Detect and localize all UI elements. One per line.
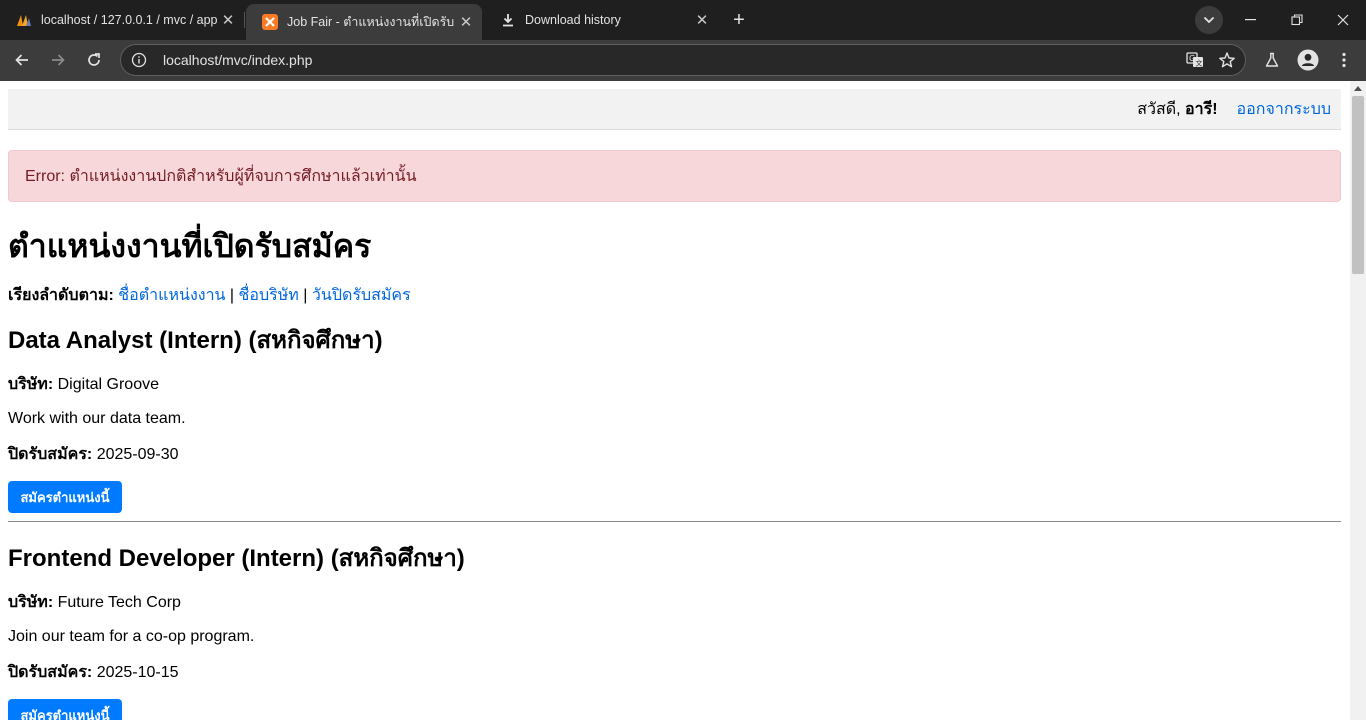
deadline-date: 2025-10-15 (96, 664, 179, 681)
tab-phpmyadmin[interactable]: localhost / 127.0.0.1 / mvc / app ✕ (0, 0, 244, 40)
apply-button[interactable]: สมัครตำแหน่งนี้ (8, 481, 122, 513)
sort-by-job-title-link[interactable]: ชื่อตำแหน่งงาน (118, 287, 225, 304)
tab-job-fair[interactable]: Job Fair - ตำแหน่งงานที่เปิดรับ ✕ (246, 4, 482, 40)
tab-title: Job Fair - ตำแหน่งงานที่เปิดรับ (287, 15, 455, 29)
download-icon (500, 12, 516, 28)
deadline-date: 2025-09-30 (96, 446, 179, 463)
profile-avatar-icon[interactable] (1294, 46, 1322, 74)
url-text: localhost/mvc/index.php (163, 52, 313, 68)
scroll-up-arrow-icon[interactable] (1354, 86, 1362, 91)
sort-by-company-link[interactable]: ชื่อบริษัท (239, 287, 299, 304)
company-label: บริษัท: (8, 594, 54, 611)
tab-title: Download history (525, 13, 621, 27)
job-divider (8, 521, 1341, 522)
job-description: Join our team for a co-op program. (8, 628, 255, 645)
sort-by-deadline-link[interactable]: วันปิดรับสมัคร (312, 287, 411, 304)
job-company: บริษัท: Future Tech Corp (8, 592, 181, 614)
page-title: ตำแหน่งงานที่เปิดรับสมัคร (8, 228, 372, 264)
xampp-icon (262, 14, 278, 30)
close-icon[interactable]: ✕ (692, 10, 712, 30)
close-window-icon[interactable] (1320, 0, 1366, 40)
star-icon[interactable] (1213, 46, 1241, 74)
company-name: Digital Groove (57, 376, 159, 393)
job-deadline: ปิดรับสมัคร: 2025-09-30 (8, 444, 179, 466)
company-name: Future Tech Corp (57, 594, 181, 611)
site-header: สวัสดี, อารี! ออกจากระบบ (8, 89, 1341, 130)
error-alert: Error: ตำแหน่งงานปกติสำหรับผู้ที่จบการศึ… (8, 150, 1341, 202)
phpmyadmin-icon (16, 12, 32, 28)
job-title: Frontend Developer (Intern) (สหกิจศึกษา) (8, 545, 465, 572)
more-menu-icon[interactable] (1330, 46, 1358, 74)
svg-text:文: 文 (1196, 59, 1203, 68)
scrollbar-thumb[interactable] (1352, 96, 1364, 274)
tab-download-history[interactable]: Download history ✕ (484, 0, 718, 40)
job-description: Work with our data team. (8, 410, 186, 427)
restore-icon[interactable] (1274, 0, 1320, 40)
sort-separator: | (298, 287, 312, 304)
sort-separator: | (225, 287, 239, 304)
page-viewport: สวัสดี, อารี! ออกจากระบบ Error: ตำแหน่งง… (0, 81, 1350, 720)
forward-arrow-icon[interactable] (44, 46, 72, 74)
browser-toolbar: localhost/mvc/index.php G文 (0, 40, 1366, 81)
user-name: อารี! (1185, 100, 1218, 118)
close-icon[interactable]: ✕ (218, 10, 238, 30)
job-title: Data Analyst (Intern) (สหกิจศึกษา) (8, 327, 383, 354)
browser-tab-bar: localhost / 127.0.0.1 / mvc / app ✕ Job … (0, 0, 1366, 40)
apply-button[interactable]: สมัครตำแหน่งนี้ (8, 699, 122, 720)
translate-icon[interactable]: G文 (1181, 46, 1209, 74)
user-greeting: สวัสดี, อารี! (1137, 97, 1217, 122)
minimize-icon[interactable] (1228, 0, 1274, 40)
close-icon[interactable]: ✕ (456, 12, 476, 32)
job-company: บริษัท: Digital Groove (8, 374, 159, 396)
address-bar[interactable]: localhost/mvc/index.php G文 (120, 44, 1246, 76)
logout-link[interactable]: ออกจากระบบ (1237, 97, 1331, 122)
tab-search-icon[interactable] (1195, 6, 1223, 34)
deadline-label: ปิดรับสมัคร: (8, 446, 93, 463)
new-tab-icon[interactable]: + (727, 8, 751, 32)
tab-title: localhost / 127.0.0.1 / mvc / app (41, 13, 218, 27)
site-info-icon[interactable] (130, 51, 148, 69)
page-scrollbar[interactable] (1350, 81, 1366, 720)
labs-flask-icon[interactable] (1258, 46, 1286, 74)
back-arrow-icon[interactable] (8, 46, 36, 74)
job-deadline: ปิดรับสมัคร: 2025-10-15 (8, 662, 179, 684)
reload-icon[interactable] (80, 46, 108, 74)
greeting-prefix: สวัสดี, (1137, 100, 1186, 118)
deadline-label: ปิดรับสมัคร: (8, 664, 93, 681)
sort-label: เรียงลำดับตาม: (8, 287, 114, 304)
sort-bar: เรียงลำดับตาม: ชื่อตำแหน่งงาน | ชื่อบริษ… (8, 285, 411, 307)
company-label: บริษัท: (8, 376, 54, 393)
